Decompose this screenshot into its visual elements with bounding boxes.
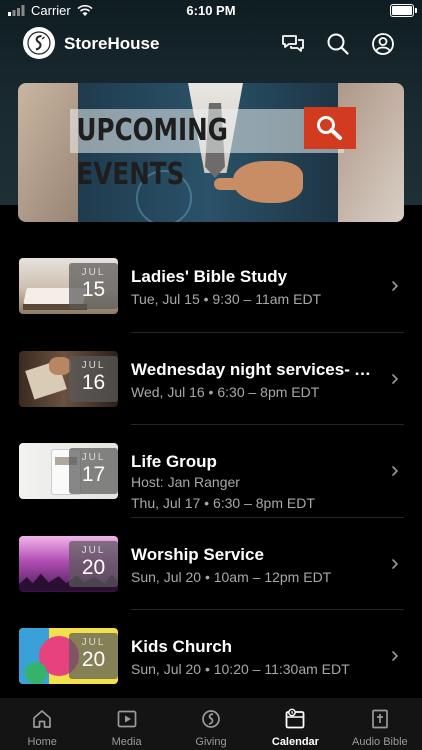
event-day: 20 [81, 555, 106, 579]
event-list: JUL 15 Ladies' Bible Study Tue, Jul 15 •… [0, 240, 422, 703]
media-icon [117, 710, 136, 728]
event-row-kids-church[interactable]: JUL 20 Kids Church Sun, Jul 20 • 10:20 –… [0, 610, 422, 703]
event-thumbnail: JUL 15 [19, 258, 118, 314]
event-thumbnail: JUL 17 [19, 443, 118, 499]
event-row-wednesday-night-services[interactable]: JUL 16 Wednesday night services- Ad... W… [0, 333, 422, 425]
event-datetime: Sun, Jul 20 • 10am – 12pm EDT [131, 568, 332, 585]
home-icon [33, 710, 52, 728]
event-row-life-group[interactable]: JUL 17 Life Group Host: Jan Ranger Thu, … [0, 425, 422, 518]
event-date-badge: JUL 15 [69, 263, 118, 309]
tab-label: Home [27, 736, 57, 748]
banner-search-graphic [304, 107, 356, 149]
status-bar: Carrier 6:10 PM [0, 0, 422, 22]
event-date-badge: JUL 20 [69, 633, 118, 679]
tab-audio-bible[interactable]: Audio Bible [338, 698, 422, 750]
event-month: JUL [81, 452, 106, 463]
event-day: 16 [81, 370, 106, 394]
audio-bible-icon [371, 709, 388, 729]
event-row-ladies-bible-study[interactable]: JUL 15 Ladies' Bible Study Tue, Jul 15 •… [0, 240, 422, 333]
event-title: Wednesday night services- Ad... [131, 359, 381, 379]
event-month: JUL [81, 637, 106, 648]
chevron-right-icon [392, 651, 399, 661]
status-time: 6:10 PM [186, 3, 236, 18]
kids-shape-green [25, 662, 47, 684]
reading-hand-image [49, 356, 71, 375]
event-month: JUL [81, 267, 106, 278]
banner-title: UPCOMING EVENTS [70, 109, 344, 192]
app-title: StoreHouse [64, 34, 160, 53]
event-day: 17 [81, 463, 106, 486]
tab-label: Giving [195, 736, 227, 748]
event-datetime: Tue, Jul 15 • 9:30 – 11am EDT [131, 291, 322, 307]
calendar-icon [286, 708, 305, 729]
chevron-right-icon [392, 281, 399, 291]
event-month: JUL [81, 359, 106, 371]
event-title: Ladies' Bible Study [131, 267, 288, 286]
tab-media[interactable]: Media [84, 698, 168, 750]
event-title: Life Group [131, 452, 217, 471]
upcoming-events-banner[interactable]: UPCOMING EVENTS [18, 83, 404, 222]
event-date-badge: JUL 16 [69, 355, 118, 402]
event-month: JUL [81, 544, 106, 556]
event-title: Kids Church [131, 637, 233, 656]
event-date-badge: JUL 17 [69, 448, 118, 494]
tab-giving[interactable]: Giving [169, 698, 253, 750]
event-title: Worship Service [131, 544, 264, 564]
event-host: Host: Jan Ranger [131, 474, 240, 490]
battery-icon [390, 4, 417, 17]
event-thumbnail: JUL 16 [19, 350, 118, 407]
event-thumbnail: JUL 20 [19, 628, 118, 684]
chevron-right-icon [392, 373, 399, 384]
event-datetime: Thu, Jul 17 • 6:30 – 8pm EDT [131, 495, 315, 511]
search-icon[interactable] [325, 31, 351, 57]
tab-home[interactable]: Home [0, 698, 84, 750]
tab-label: Calendar [271, 736, 319, 748]
banner-photo-hand [233, 161, 303, 203]
chevron-right-icon [392, 558, 399, 569]
tab-label: Media [111, 736, 142, 748]
event-datetime: Sun, Jul 20 • 10:20 – 11:30am EDT [131, 661, 350, 677]
magnifier-icon [317, 116, 342, 140]
giving-icon [202, 710, 220, 728]
bottom-tab-bar: Home Media Giving Calendar Audio Bible [0, 698, 422, 750]
messages-icon[interactable] [280, 31, 306, 57]
event-row-worship-service[interactable]: JUL 20 Worship Service Sun, Jul 20 • 10a… [0, 518, 422, 610]
app-logo[interactable] [23, 27, 55, 59]
tab-calendar[interactable]: Calendar [253, 698, 337, 750]
chevron-right-icon [392, 466, 399, 476]
event-day: 20 [81, 648, 106, 671]
profile-icon[interactable] [370, 31, 396, 57]
event-thumbnail: JUL 20 [19, 535, 118, 592]
event-day: 15 [81, 278, 106, 301]
event-date-badge: JUL 20 [69, 540, 118, 587]
event-datetime: Wed, Jul 16 • 6:30 – 8pm EDT [131, 383, 320, 400]
storehouse-logo-icon [27, 31, 51, 55]
app-header: StoreHouse [0, 22, 422, 66]
tab-label: Audio Bible [352, 736, 408, 748]
